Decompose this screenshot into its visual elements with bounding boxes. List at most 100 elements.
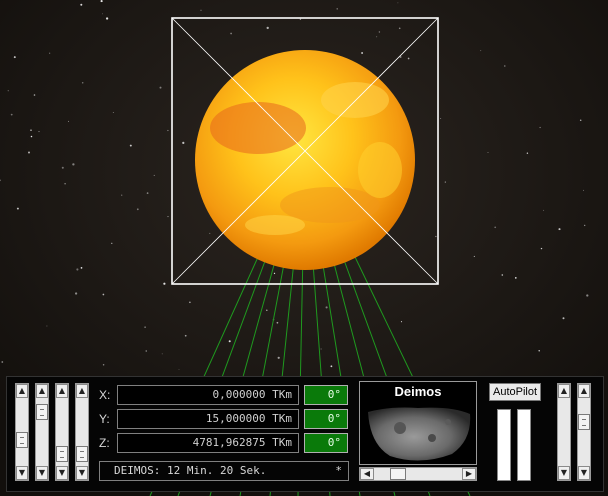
star xyxy=(64,182,66,185)
star xyxy=(543,209,545,211)
throttle-scrollbar-4[interactable]: ▲ ▼ xyxy=(75,383,89,481)
zoom-scrollbar-1[interactable]: ▲ ▼ xyxy=(557,383,571,481)
star xyxy=(111,242,113,244)
star xyxy=(102,13,104,15)
sun-planet xyxy=(195,50,415,270)
star xyxy=(526,152,529,154)
scroll-down-button[interactable]: ▼ xyxy=(56,466,68,480)
star xyxy=(582,189,584,191)
scroll-up-button[interactable]: ▲ xyxy=(578,384,590,398)
star xyxy=(105,17,109,20)
star xyxy=(376,36,378,38)
scroll-down-button[interactable]: ▼ xyxy=(76,466,88,480)
moon-image xyxy=(368,407,471,461)
star xyxy=(398,27,401,30)
throttle-scrollbar-1[interactable]: ▲ ▼ xyxy=(15,383,29,481)
scroll-left-button[interactable]: ◀ xyxy=(360,468,374,480)
star xyxy=(487,152,489,153)
left-thrust-gauge xyxy=(497,409,511,481)
star xyxy=(129,144,132,147)
star xyxy=(153,174,155,176)
star xyxy=(167,216,169,218)
star xyxy=(80,267,83,269)
star xyxy=(46,325,48,327)
scroll-thumb[interactable] xyxy=(56,446,68,462)
scroll-up-button[interactable]: ▲ xyxy=(558,384,570,398)
star xyxy=(330,365,333,368)
x-angle-indicator: 0° xyxy=(304,385,348,405)
star xyxy=(184,334,187,337)
star xyxy=(400,321,403,323)
star xyxy=(72,163,75,166)
target-preview: Deimos xyxy=(359,381,477,465)
scroll-thumb[interactable] xyxy=(36,404,48,420)
star xyxy=(163,282,166,285)
star xyxy=(514,277,517,279)
star xyxy=(102,363,105,366)
z-axis-label: Z: xyxy=(99,436,110,450)
star xyxy=(397,2,399,4)
star xyxy=(182,141,185,145)
star xyxy=(49,52,51,54)
arrival-status-text: DEIMOS: 12 Min. 20 Sek. xyxy=(114,464,267,477)
star xyxy=(209,232,211,234)
scroll-up-button[interactable]: ▲ xyxy=(36,384,48,398)
scroll-down-button[interactable]: ▼ xyxy=(36,466,48,480)
y-angle-indicator: 0° xyxy=(304,409,348,429)
star xyxy=(538,350,540,352)
star xyxy=(68,120,69,122)
scroll-thumb[interactable] xyxy=(390,468,406,480)
star xyxy=(145,350,147,352)
star xyxy=(10,113,13,116)
scroll-down-button[interactable]: ▼ xyxy=(578,466,590,480)
x-axis-label: X: xyxy=(99,388,111,402)
zoom-scrollbar-2[interactable]: ▲ ▼ xyxy=(577,383,591,481)
star xyxy=(320,348,322,350)
star xyxy=(540,247,543,250)
star xyxy=(440,117,442,119)
control-panel: ▲ ▼ ▲ ▼ ▲ ▼ ▲ ▼ X: 0,000000 TKm 0° Y: 15… xyxy=(6,376,604,492)
scroll-up-button[interactable]: ▲ xyxy=(16,384,28,398)
star xyxy=(102,293,105,296)
star xyxy=(189,301,191,304)
star xyxy=(266,309,268,311)
star xyxy=(1,361,4,363)
star xyxy=(61,166,64,169)
star xyxy=(501,274,504,276)
star xyxy=(276,321,279,324)
star xyxy=(30,129,32,131)
scroll-thumb[interactable] xyxy=(578,414,590,430)
autopilot-button[interactable]: AutoPilot xyxy=(489,383,541,401)
scroll-thumb[interactable] xyxy=(76,446,88,462)
target-scrollbar[interactable]: ◀ ▶ xyxy=(359,467,477,481)
star xyxy=(273,272,276,275)
star xyxy=(178,369,180,370)
scroll-down-button[interactable]: ▼ xyxy=(558,466,570,480)
scroll-down-button[interactable]: ▼ xyxy=(16,466,28,480)
star xyxy=(579,119,582,121)
y-coordinate-field: 15,000000 TKm xyxy=(117,409,299,429)
scroll-right-button[interactable]: ▶ xyxy=(462,468,476,480)
star xyxy=(7,90,9,92)
star xyxy=(80,3,83,6)
star xyxy=(30,135,33,138)
star xyxy=(586,294,589,297)
star xyxy=(144,326,146,328)
star xyxy=(16,207,19,210)
star xyxy=(504,65,506,67)
star xyxy=(480,50,482,52)
star xyxy=(435,235,437,238)
star xyxy=(230,32,232,35)
throttle-scrollbar-2[interactable]: ▲ ▼ xyxy=(35,383,49,481)
star xyxy=(200,9,202,11)
scroll-up-button[interactable]: ▲ xyxy=(76,384,88,398)
star xyxy=(159,86,162,89)
star xyxy=(558,228,561,231)
throttle-scrollbar-3[interactable]: ▲ ▼ xyxy=(55,383,69,481)
star xyxy=(562,317,565,320)
star xyxy=(539,126,541,129)
star xyxy=(112,112,114,113)
scroll-thumb[interactable] xyxy=(16,432,28,448)
scroll-up-button[interactable]: ▲ xyxy=(56,384,68,398)
star xyxy=(74,292,78,295)
